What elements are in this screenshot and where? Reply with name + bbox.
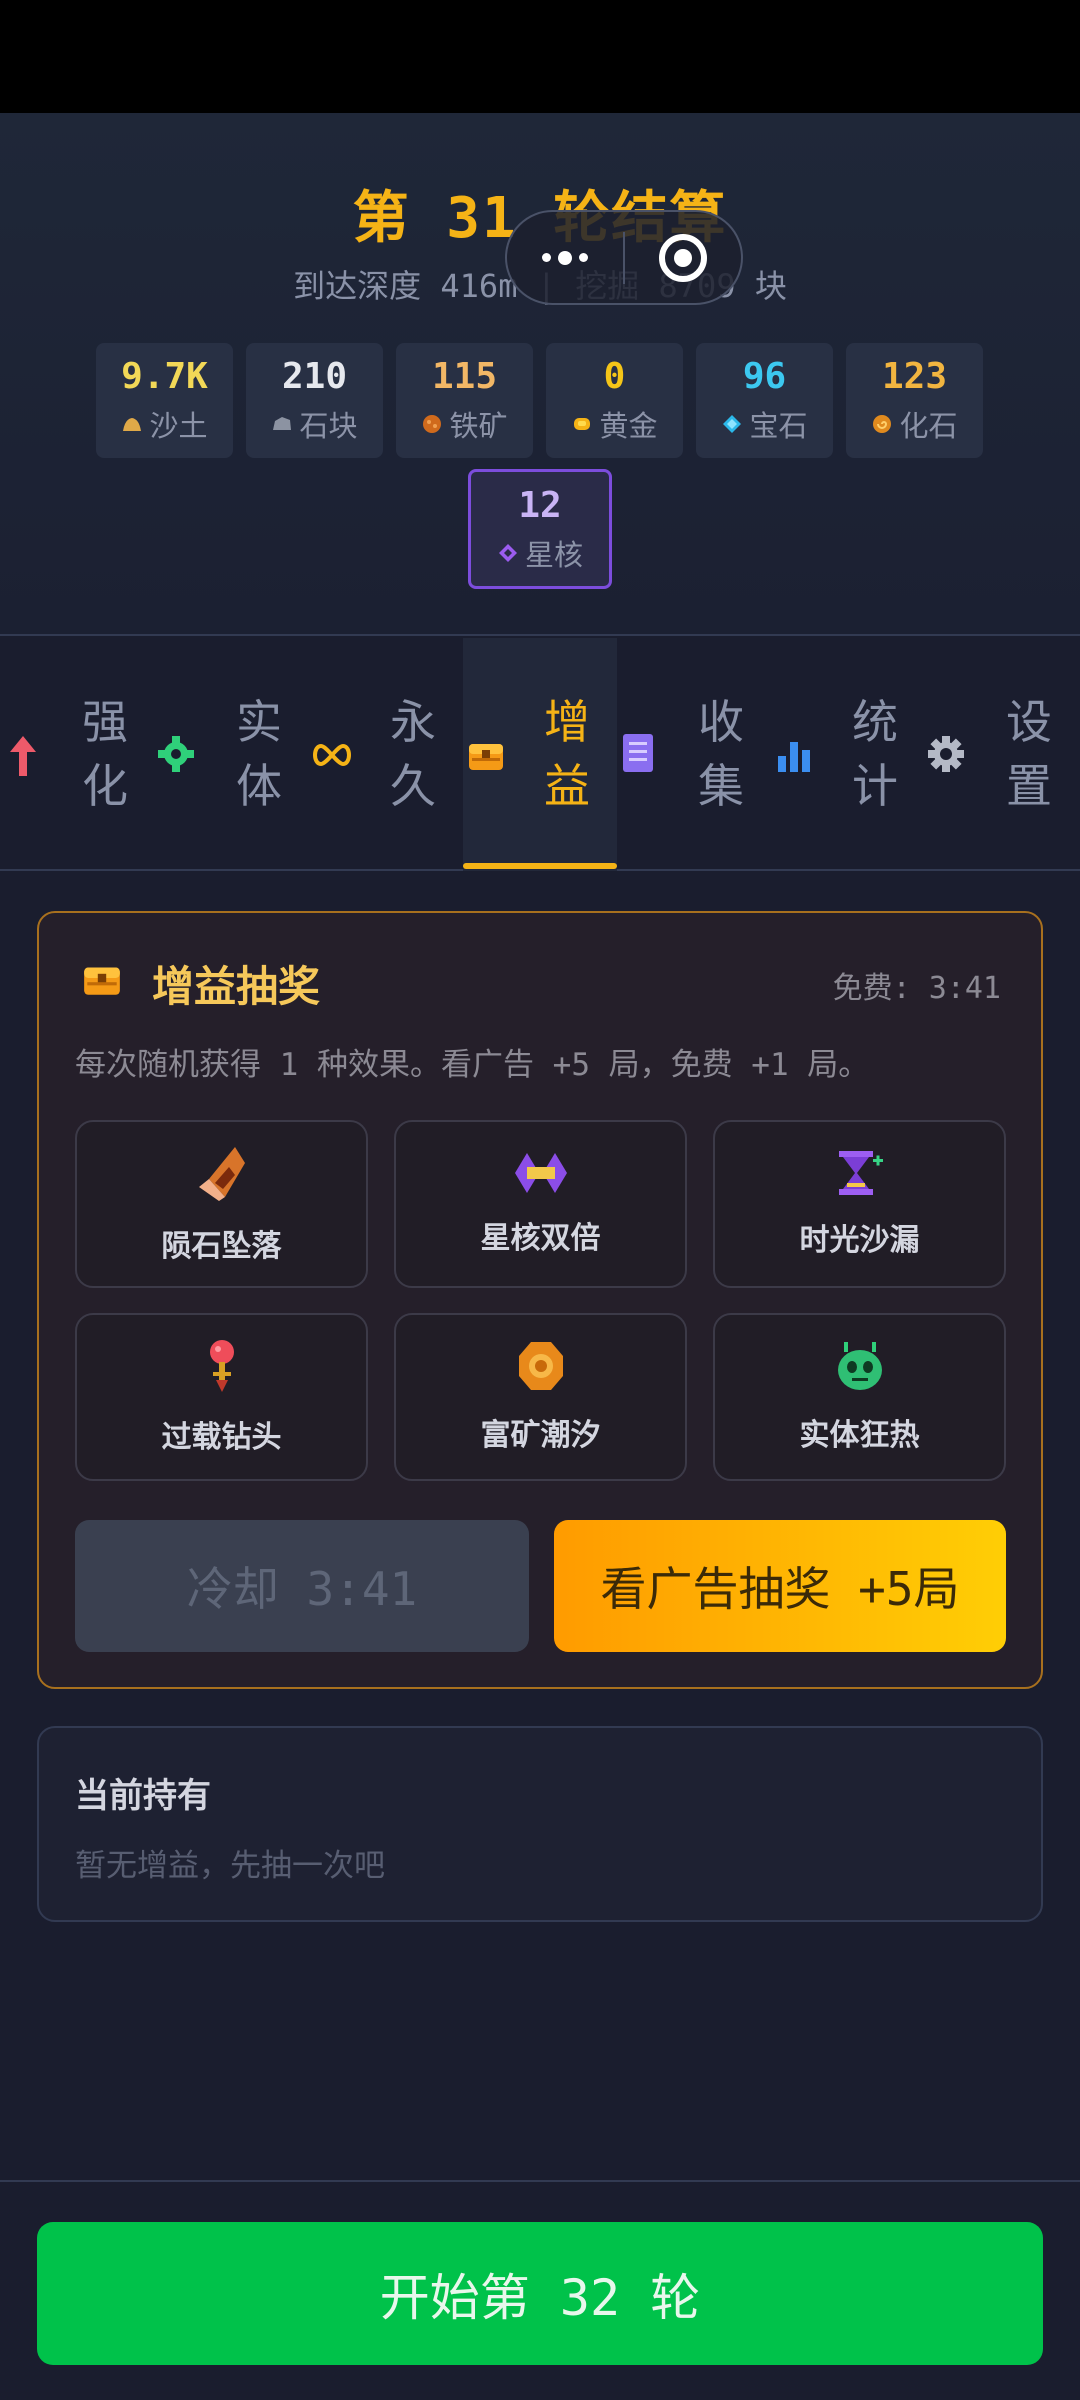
resource-value: 12 bbox=[518, 484, 562, 526]
resource-card-fossil: 123 化石 bbox=[846, 343, 983, 458]
iron-ore-icon bbox=[423, 415, 442, 433]
status-bar bbox=[0, 0, 1080, 113]
mini-program-capsule bbox=[505, 210, 743, 305]
sand-icon bbox=[123, 418, 142, 431]
meteor-icon bbox=[198, 1147, 245, 1201]
resource-card-stone: 210 石块 bbox=[246, 343, 383, 458]
boost-card[interactable]: 陨石坠落 bbox=[75, 1120, 368, 1288]
tab-label: 实 bbox=[236, 695, 282, 749]
tab-label: 体 bbox=[236, 759, 282, 813]
resource-label: 沙土 bbox=[149, 409, 208, 443]
target-icon bbox=[659, 233, 707, 282]
tab-label: 增 bbox=[544, 695, 590, 749]
panel-description: 每次随机获得 1 种效果。看广告 +5 局，免费 +1 局。 bbox=[75, 1047, 870, 1083]
boost-label: 富矿潮汐 bbox=[480, 1418, 601, 1453]
book-icon bbox=[623, 734, 653, 772]
bar-chart-icon bbox=[778, 742, 810, 772]
chest-icon bbox=[84, 967, 120, 995]
fossil-icon bbox=[873, 415, 892, 433]
boost-card[interactable]: 过载钻头 bbox=[75, 1313, 368, 1481]
ore-tide-icon bbox=[518, 1342, 563, 1390]
resource-card-gem: 96 宝石 bbox=[696, 343, 833, 458]
boost-label: 时光沙漏 bbox=[799, 1223, 920, 1258]
watch-ad-draw-button[interactable]: 看广告抽奖 +5局 bbox=[554, 1520, 1006, 1652]
upgrade-arrow-icon bbox=[10, 736, 36, 776]
hourglass-icon bbox=[838, 1151, 883, 1195]
boost-label: 实体狂热 bbox=[799, 1418, 920, 1453]
resource-card-sand: 9.7K 沙土 bbox=[96, 343, 233, 458]
resource-value: 210 bbox=[281, 356, 348, 397]
resource-label: 宝石 bbox=[749, 409, 808, 443]
star-core-icon bbox=[498, 543, 517, 562]
resource-label: 铁矿 bbox=[449, 409, 508, 443]
resource-value: 96 bbox=[742, 356, 787, 397]
entity-frenzy-icon bbox=[837, 1342, 882, 1390]
gear-entity-icon bbox=[158, 736, 194, 772]
tab-label: 统 bbox=[852, 695, 898, 749]
drill-icon bbox=[209, 1340, 234, 1392]
resource-card-iron: 115 铁矿 bbox=[396, 343, 533, 458]
resource-label: 石块 bbox=[299, 409, 358, 443]
gold-icon bbox=[574, 418, 591, 430]
tab-label: 收 bbox=[698, 695, 744, 749]
close-capsule-button[interactable] bbox=[625, 212, 741, 303]
infinity-icon bbox=[313, 743, 351, 767]
start-round-button[interactable]: 开始第 32 轮 bbox=[37, 2222, 1043, 2365]
boost-lottery-panel: 增益抽奖 免费: 3:41 每次随机获得 1 种效果。看广告 +5 局，免费 +… bbox=[37, 911, 1043, 1689]
holdings-empty-text: 暂无增益，先抽一次吧 bbox=[75, 1848, 385, 1884]
settlement-header: 第 31 轮结算 到达深度 416m | 挖掘 8709 块 9.7K 沙土 2… bbox=[0, 113, 1080, 636]
boost-card[interactable]: 星核双倍 bbox=[394, 1120, 687, 1288]
chest-icon bbox=[469, 744, 503, 770]
resource-card-gold: 0 黄金 bbox=[546, 343, 683, 458]
tab-label: 置 bbox=[1006, 759, 1052, 813]
boost-label: 星核双倍 bbox=[480, 1221, 601, 1256]
panel-title: 增益抽奖 bbox=[152, 962, 321, 1011]
resource-value: 123 bbox=[881, 356, 948, 397]
resource-value: 115 bbox=[431, 356, 498, 397]
settings-gear-icon bbox=[928, 736, 964, 772]
resource-label: 化石 bbox=[899, 409, 958, 443]
boost-label: 陨石坠落 bbox=[161, 1229, 282, 1264]
gem-icon bbox=[723, 415, 742, 433]
tab-label: 永 bbox=[390, 695, 436, 749]
cooldown-button[interactable]: 冷却 3:41 bbox=[75, 1520, 529, 1652]
active-tab-indicator bbox=[463, 863, 617, 869]
double-core-icon bbox=[514, 1153, 567, 1193]
stone-icon bbox=[273, 417, 292, 430]
boost-label: 过载钻头 bbox=[161, 1420, 282, 1455]
resource-value: 0 bbox=[603, 356, 626, 397]
tab-label: 久 bbox=[390, 759, 436, 813]
bottom-bar: 开始第 32 轮 bbox=[0, 2180, 1080, 2400]
tab-label: 集 bbox=[698, 759, 744, 813]
resource-label: 星核 bbox=[524, 537, 583, 572]
boost-card[interactable]: 实体狂热 bbox=[713, 1313, 1006, 1481]
tab-bar: 强 化 实 体 永 久 增 益 收 集 统 计 设 置 bbox=[0, 638, 1080, 871]
boost-card[interactable]: 富矿潮汐 bbox=[394, 1313, 687, 1481]
resource-value: 9.7K bbox=[121, 356, 208, 397]
more-menu-button[interactable] bbox=[507, 212, 623, 303]
free-timer: 免费: 3:41 bbox=[832, 971, 1001, 1006]
tab-label: 益 bbox=[544, 759, 590, 813]
tab-label: 设 bbox=[1006, 695, 1052, 749]
resource-list: 9.7K 沙土 210 石块 115 铁矿 0 黄金 96 宝石 123 化石 bbox=[96, 343, 983, 458]
resource-card-star-core: 12 星核 bbox=[468, 469, 612, 589]
resource-label: 黄金 bbox=[599, 409, 658, 443]
tab-label: 强 bbox=[82, 695, 128, 749]
current-holdings-panel: 当前持有 暂无增益，先抽一次吧 bbox=[37, 1726, 1043, 1922]
boost-card[interactable]: 时光沙漏 bbox=[713, 1120, 1006, 1288]
more-dots-icon bbox=[542, 250, 589, 265]
tab-label: 计 bbox=[852, 759, 898, 813]
tab-label: 化 bbox=[82, 759, 128, 813]
holdings-title: 当前持有 bbox=[75, 1776, 211, 1816]
